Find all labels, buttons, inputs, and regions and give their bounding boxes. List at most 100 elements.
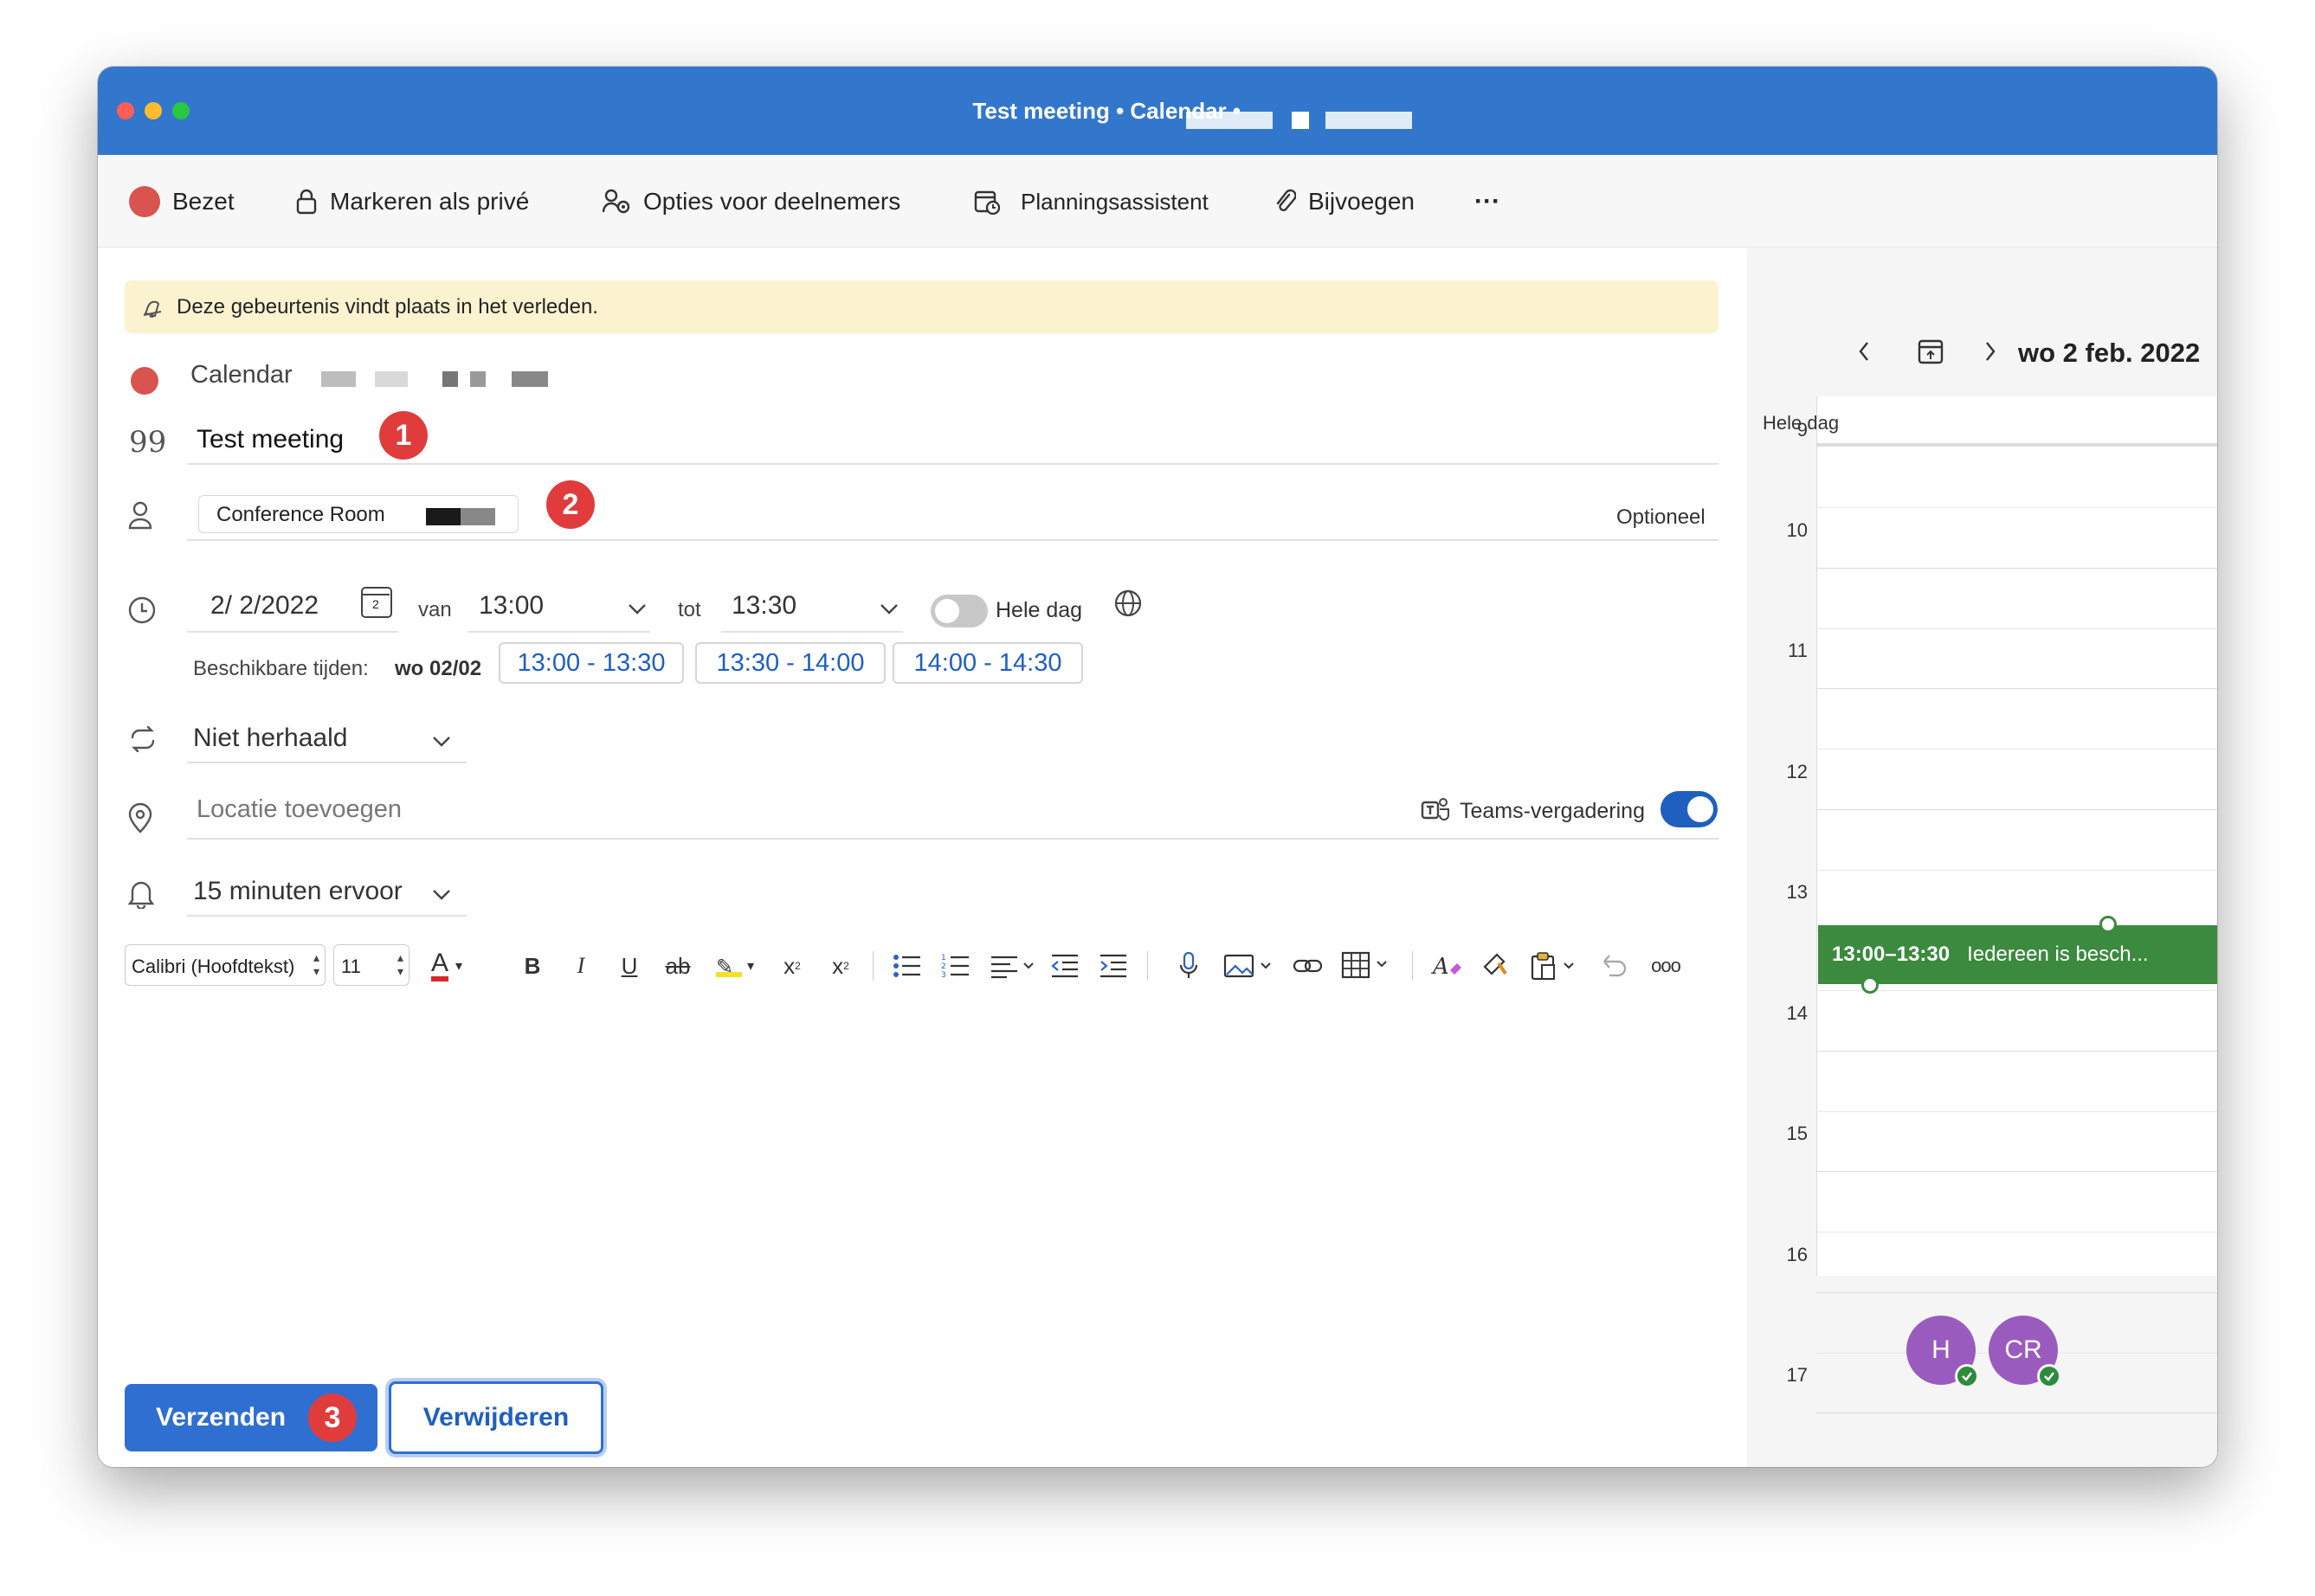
today-icon[interactable] (1917, 338, 1944, 365)
attach-button[interactable]: Bijvoegen (1274, 186, 1415, 217)
all-day-toggle[interactable] (931, 595, 988, 627)
teams-meeting-label: Teams-vergadering (1460, 799, 1645, 823)
bold-icon[interactable]: B (515, 946, 550, 986)
paste-icon[interactable] (1530, 951, 1582, 981)
time-slot-3[interactable]: 14:00 - 14:30 (893, 642, 1083, 684)
date-picker-icon[interactable]: 2 (361, 587, 392, 618)
calendar-color-icon (131, 367, 158, 395)
hour-label: 14 (1786, 1001, 1808, 1024)
day-calendar-pane: wo 2 feb. 2022 Hele dag 9 10 11 12 13 14 15 16 1… (1747, 248, 2217, 1467)
hour-line (1816, 1291, 2217, 1293)
redacted-attendee (426, 508, 461, 525)
half-hour-line (1816, 507, 2217, 508)
location-input[interactable]: Locatie toevoegen (197, 795, 402, 824)
time-slot-1[interactable]: 13:00 - 13:30 (499, 642, 684, 684)
undo-icon[interactable] (1599, 951, 1628, 981)
attendee-options-button[interactable]: Opties voor deelnemers (602, 186, 900, 217)
hour-line (1816, 1050, 2217, 1052)
end-time-select[interactable]: 13:30 (732, 591, 796, 621)
font-family-select[interactable]: Calibri (Hoofdtekst) ▴ ▾ (125, 944, 326, 986)
event-resize-handle-bottom[interactable] (1861, 976, 1879, 994)
delete-button[interactable]: Verwijderen (389, 1381, 603, 1454)
more-options-button[interactable]: ··· (1474, 186, 1500, 217)
italic-icon[interactable]: I (564, 946, 598, 986)
increase-indent-icon[interactable] (1099, 953, 1128, 979)
attendee-chip-label: Conference Room (216, 503, 385, 526)
outlook-event-window: Test meeting • Calendar • Bezet Markeren… (98, 67, 2217, 1467)
underline-icon[interactable]: U (612, 946, 647, 986)
date-input[interactable]: 2/ 2/2022 (210, 591, 319, 621)
hour-label: 11 (1788, 640, 1808, 661)
font-family-value: Calibri (Hoofdtekst) (132, 956, 295, 977)
bell-warning-icon (143, 300, 162, 318)
chevron-down-icon[interactable] (432, 736, 451, 748)
time-slot-2[interactable]: 13:30 - 14:00 (695, 642, 886, 684)
insert-table-icon[interactable] (1341, 951, 1395, 979)
event-block[interactable]: 13:00–13:30 Iedereen is besch... (1818, 925, 2217, 984)
superscript-icon[interactable]: x2 (775, 946, 809, 986)
subscript-icon[interactable]: x2 (823, 946, 858, 986)
day-grid: Hele dag 9 10 11 12 13 14 15 16 17 13:00–13:30 I… (1747, 396, 2217, 1414)
format-painter-icon[interactable] (1481, 951, 1511, 981)
chevron-down-icon[interactable] (880, 603, 899, 615)
reminder-select[interactable]: 15 minuten ervoor (193, 877, 403, 906)
globe-icon[interactable] (1113, 589, 1143, 618)
person-icon (128, 501, 152, 530)
chevron-down-icon[interactable] (628, 603, 647, 615)
attendee-options-label: Opties voor deelnemers (643, 188, 901, 215)
chevron-down-icon[interactable] (432, 889, 451, 901)
busy-status-icon (129, 186, 160, 217)
banner-text: Deze gebeurtenis vindt plaats in het ver… (177, 294, 598, 319)
decrease-indent-icon[interactable] (1050, 953, 1080, 979)
half-hour-line (1816, 1110, 2217, 1112)
available-times-label: Beschikbare tijden: (193, 657, 369, 680)
attendee-underline (187, 539, 1719, 541)
avatar[interactable]: H (1906, 1316, 1979, 1388)
strikethrough-icon[interactable]: ab (661, 946, 695, 986)
busy-status-button[interactable]: Bezet (129, 186, 235, 217)
hour-line (1816, 567, 2217, 569)
avatar-initials: H (1931, 1335, 1951, 1364)
scheduling-assistant-label: Planningsassistent (1021, 188, 1209, 215)
attendee-chip[interactable]: Conference Room (198, 495, 519, 533)
toolbar-divider (1412, 951, 1413, 981)
calendar-date-text: wo 2 feb. 2022 (2018, 338, 2201, 368)
insert-picture-icon[interactable] (1223, 953, 1277, 979)
scheduling-assistant-button[interactable]: Planningsassistent (974, 186, 1209, 217)
clear-formatting-icon[interactable]: A (1431, 951, 1462, 981)
highlight-button[interactable]: ✎ ▾ (707, 946, 763, 986)
redacted-attendee-2 (461, 508, 495, 525)
mark-private-button[interactable]: Markeren als privé (295, 186, 529, 217)
chevron-down-icon: ▾ (455, 959, 463, 974)
avatar[interactable]: CR (1989, 1316, 2061, 1388)
past-event-banner: Deze gebeurtenis vindt plaats in het ver… (125, 280, 1719, 333)
toolbar-divider (873, 951, 874, 981)
repeat-select[interactable]: Niet herhaald (193, 724, 347, 753)
calendar-clock-icon (974, 190, 1000, 215)
more-formatting-icon[interactable]: ooo (1644, 946, 1687, 986)
event-resize-handle-top[interactable] (2099, 916, 2117, 933)
optional-attendees-link[interactable]: Optioneel (1616, 505, 1706, 530)
align-icon[interactable] (990, 953, 1035, 979)
link-icon[interactable] (1293, 955, 1324, 977)
chevron-right-icon[interactable] (1984, 341, 1996, 362)
half-hour-line (1816, 749, 2217, 750)
event-title-input[interactable]: Test meeting (197, 425, 344, 454)
teams-meeting-toggle[interactable] (1660, 791, 1718, 827)
font-size-select[interactable]: 11 ▴ ▾ (333, 944, 409, 986)
numbered-list-icon[interactable]: 123 (941, 953, 970, 979)
title-bar: Test meeting • Calendar • (98, 67, 2217, 155)
microphone-icon[interactable] (1178, 951, 1199, 981)
bullet-list-icon[interactable] (893, 953, 922, 979)
font-color-button[interactable]: A ▾ (420, 946, 474, 986)
start-time-select[interactable]: 13:00 (479, 591, 544, 621)
event-status-text: Iedereen is besch... (1967, 943, 2149, 966)
hour-line (1816, 808, 2217, 810)
calendar-date-label: wo 2 feb. 2022 (2018, 338, 2200, 369)
calendar-picker[interactable]: Calendar (190, 361, 293, 389)
bell-icon (127, 881, 155, 909)
chevron-left-icon[interactable] (1858, 341, 1870, 362)
annotation-badge-1: 1 (379, 411, 428, 460)
event-time: 13:00–13:30 (1832, 943, 1951, 966)
teams-icon (1421, 798, 1449, 821)
